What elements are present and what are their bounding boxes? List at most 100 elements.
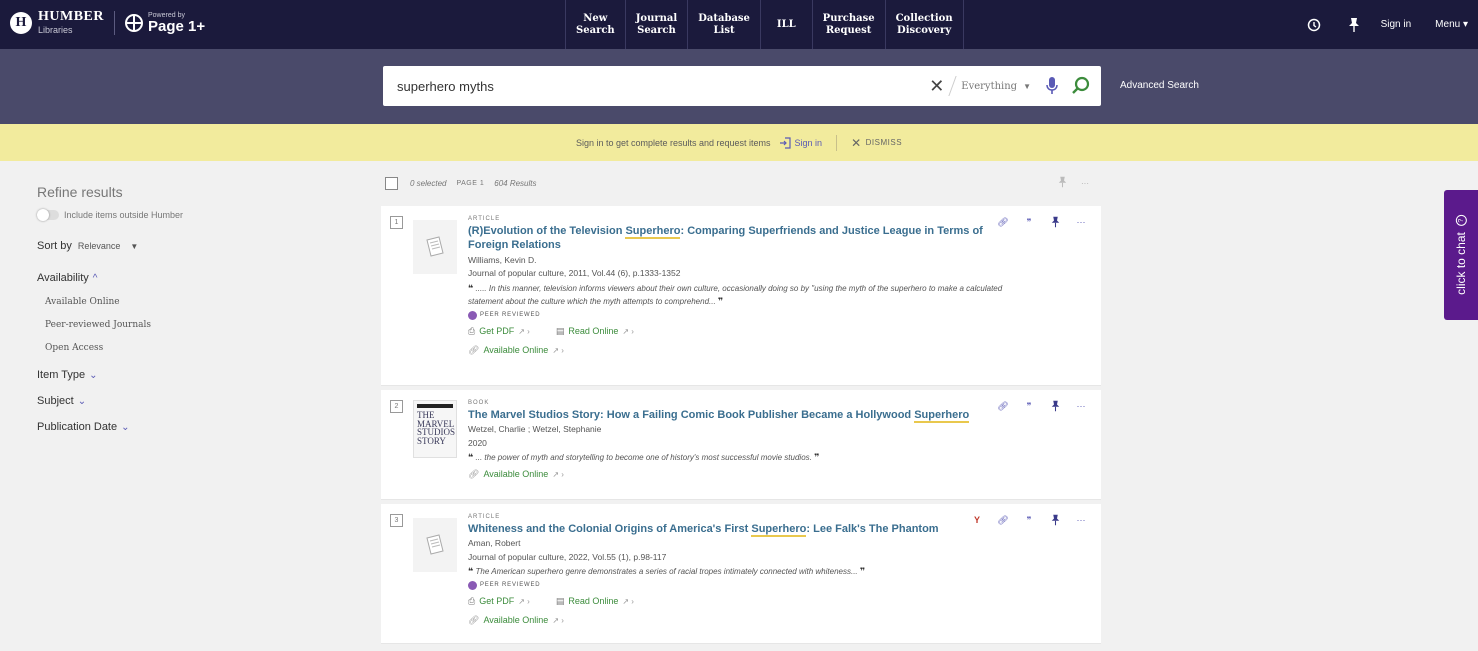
citation-icon[interactable]: ❞ bbox=[1021, 512, 1037, 528]
chat-icon: ? bbox=[1455, 215, 1467, 227]
more-icon[interactable]: ··· bbox=[1073, 214, 1089, 230]
pin-icon[interactable] bbox=[1047, 398, 1063, 414]
peer-reviewed-icon bbox=[468, 310, 477, 320]
read-online-link[interactable]: ▤ Read Online ↗ › bbox=[556, 596, 634, 607]
nav-database-list[interactable]: Database List bbox=[688, 0, 761, 49]
clear-search-icon[interactable]: ✕ bbox=[929, 76, 944, 97]
dismiss-label: DISMISS bbox=[865, 138, 903, 147]
result-title[interactable]: Whiteness and the Colonial Origins of Am… bbox=[468, 522, 1021, 537]
brand[interactable]: H HUMBER Libraries Powered by Page 1+ bbox=[10, 10, 205, 35]
history-icon[interactable] bbox=[1301, 12, 1327, 38]
peer-reviewed-label: PEER REVIEWED bbox=[480, 312, 541, 319]
result-source: 2020 bbox=[468, 437, 487, 448]
facet-item-type[interactable]: Item Type ⌄ bbox=[37, 369, 337, 381]
read-online-link[interactable]: ▤ Read Online ↗ › bbox=[556, 326, 634, 337]
chevron-down-icon: ⌄ bbox=[121, 421, 130, 433]
brand-sub: Libraries bbox=[38, 25, 73, 35]
search-input[interactable] bbox=[383, 78, 930, 94]
document-thumbnail[interactable] bbox=[413, 518, 457, 572]
citation-icon[interactable]: ❞ bbox=[1021, 214, 1037, 230]
facets-panel: Refine results Include items outside Hum… bbox=[37, 184, 337, 433]
external-link-icon: ↗ › bbox=[552, 345, 564, 355]
available-online-link[interactable]: 🔗︎ Available Online ↗ › bbox=[468, 615, 1021, 626]
document-thumbnail[interactable] bbox=[413, 220, 457, 274]
result-type: ARTICLE bbox=[468, 514, 501, 520]
title-text: : Lee Falk's The Phantom bbox=[806, 523, 939, 535]
chat-tab[interactable]: click to chat ? bbox=[1444, 190, 1478, 320]
facet-availability[interactable]: Availability ^ bbox=[37, 272, 337, 284]
sort-by[interactable]: Sort by Relevance ▼ bbox=[37, 240, 337, 252]
result-index[interactable]: 2 bbox=[390, 400, 403, 413]
permalink-icon[interactable]: 🔗︎ bbox=[995, 398, 1011, 414]
facet-publication-date[interactable]: Publication Date ⌄ bbox=[37, 421, 337, 433]
result-actions: 🔗︎ ❞ ··· bbox=[985, 214, 1089, 230]
more-icon[interactable]: ··· bbox=[1081, 179, 1089, 188]
sort-value[interactable]: Relevance bbox=[78, 241, 121, 251]
cover-text: THE MARVEL STUDIOS STORY bbox=[417, 410, 456, 446]
close-icon: ✕ bbox=[851, 135, 862, 150]
advanced-search-link[interactable]: Advanced Search bbox=[1120, 80, 1199, 91]
nav-ill[interactable]: ILL bbox=[761, 0, 813, 49]
microphone-icon[interactable] bbox=[1045, 76, 1059, 96]
available-online-link[interactable]: 🔗︎ Available Online ↗ › bbox=[468, 469, 1021, 480]
select-all-checkbox[interactable] bbox=[385, 176, 398, 190]
sign-in-banner: Sign in to get complete results and requ… bbox=[0, 124, 1478, 161]
snippet-text: The American superhero genre demonstrate… bbox=[475, 567, 858, 577]
external-link-icon: ↗ › bbox=[518, 326, 530, 336]
dismiss-button[interactable]: ✕ DISMISS bbox=[851, 136, 902, 150]
result-title[interactable]: (R)Evolution of the Television Superhero… bbox=[468, 224, 1021, 253]
get-pdf-link[interactable]: ⎙ Get PDF ↗ › bbox=[468, 326, 530, 337]
external-link-icon: ↗ › bbox=[518, 596, 530, 606]
nav-new-search[interactable]: New Search bbox=[566, 0, 626, 49]
result-type: ARTICLE bbox=[468, 216, 501, 222]
result-title[interactable]: The Marvel Studios Story: How a Failing … bbox=[468, 408, 1021, 423]
book-cover-thumbnail[interactable]: THE MARVEL STUDIOS STORY bbox=[413, 400, 457, 458]
permalink-icon[interactable]: 🔗︎ bbox=[995, 214, 1011, 230]
facet-subject[interactable]: Subject ⌄ bbox=[37, 395, 337, 407]
include-outside-toggle[interactable] bbox=[37, 209, 59, 221]
result-author: Wetzel, Charlie ; Wetzel, Stephanie bbox=[468, 424, 602, 435]
more-icon[interactable]: ··· bbox=[1073, 398, 1089, 414]
read-online-label: Read Online bbox=[568, 326, 619, 337]
sign-in-link[interactable]: Sign in bbox=[1381, 19, 1412, 30]
main-nav: New Search Journal Search Database List … bbox=[565, 0, 964, 49]
link-icon: 🔗︎ bbox=[468, 614, 480, 625]
facet-option-open-access[interactable]: Open Access bbox=[45, 343, 337, 353]
result-author: Aman, Robert bbox=[468, 538, 521, 549]
document-icon bbox=[426, 236, 444, 257]
quote-close-icon: ❞ bbox=[814, 452, 820, 463]
quote-open-icon: ❝ bbox=[468, 282, 474, 293]
result-index[interactable]: 3 bbox=[390, 514, 403, 527]
more-icon[interactable]: ··· bbox=[1073, 512, 1089, 528]
link-icon: 🔗︎ bbox=[468, 344, 480, 355]
caret-down-icon[interactable]: ▼ bbox=[130, 242, 138, 251]
title-text: The Marvel Studios Story: How a Failing … bbox=[468, 409, 915, 421]
search-band: ✕ Everything ▼ Advanced Search bbox=[0, 49, 1478, 124]
facet-option-available-online[interactable]: Available Online bbox=[45, 297, 337, 307]
permalink-icon[interactable]: 🔗︎ bbox=[995, 512, 1011, 528]
available-online-link[interactable]: 🔗︎ Available Online ↗ › bbox=[468, 345, 1021, 356]
nav-collection-discovery[interactable]: Collection Discovery bbox=[886, 0, 964, 49]
citation-icon[interactable]: ❞ bbox=[1021, 398, 1037, 414]
results-count: 604 Results bbox=[494, 178, 537, 188]
facet-option-peer-reviewed[interactable]: Peer-reviewed Journals bbox=[45, 320, 337, 330]
read-online-icon: ▤ bbox=[555, 325, 565, 336]
altmetric-icon[interactable]: Y bbox=[969, 512, 985, 528]
search-scope-select[interactable]: Everything bbox=[961, 81, 1017, 92]
pin-icon[interactable] bbox=[1047, 214, 1063, 230]
pin-icon[interactable] bbox=[1047, 512, 1063, 528]
result-index[interactable]: 1 bbox=[390, 216, 403, 229]
external-link-icon: ↗ › bbox=[622, 326, 634, 336]
get-pdf-link[interactable]: ⎙ Get PDF ↗ › bbox=[468, 596, 530, 607]
menu-button[interactable]: Menu ▾ bbox=[1435, 19, 1468, 30]
pin-icon[interactable] bbox=[1341, 12, 1367, 38]
banner-sign-in-link[interactable]: Sign in bbox=[779, 136, 822, 149]
caret-down-icon[interactable]: ▼ bbox=[1023, 82, 1031, 91]
peer-reviewed-label: PEER REVIEWED bbox=[480, 582, 541, 589]
include-outside-toggle-row[interactable]: Include items outside Humber bbox=[37, 209, 337, 221]
nav-purchase-request[interactable]: Purchase Request bbox=[813, 0, 886, 49]
nav-journal-search[interactable]: Journal Search bbox=[626, 0, 689, 49]
peer-reviewed-badge: PEER REVIEWED bbox=[468, 580, 1021, 590]
pin-icon[interactable] bbox=[1058, 176, 1067, 190]
search-icon[interactable] bbox=[1071, 76, 1091, 96]
